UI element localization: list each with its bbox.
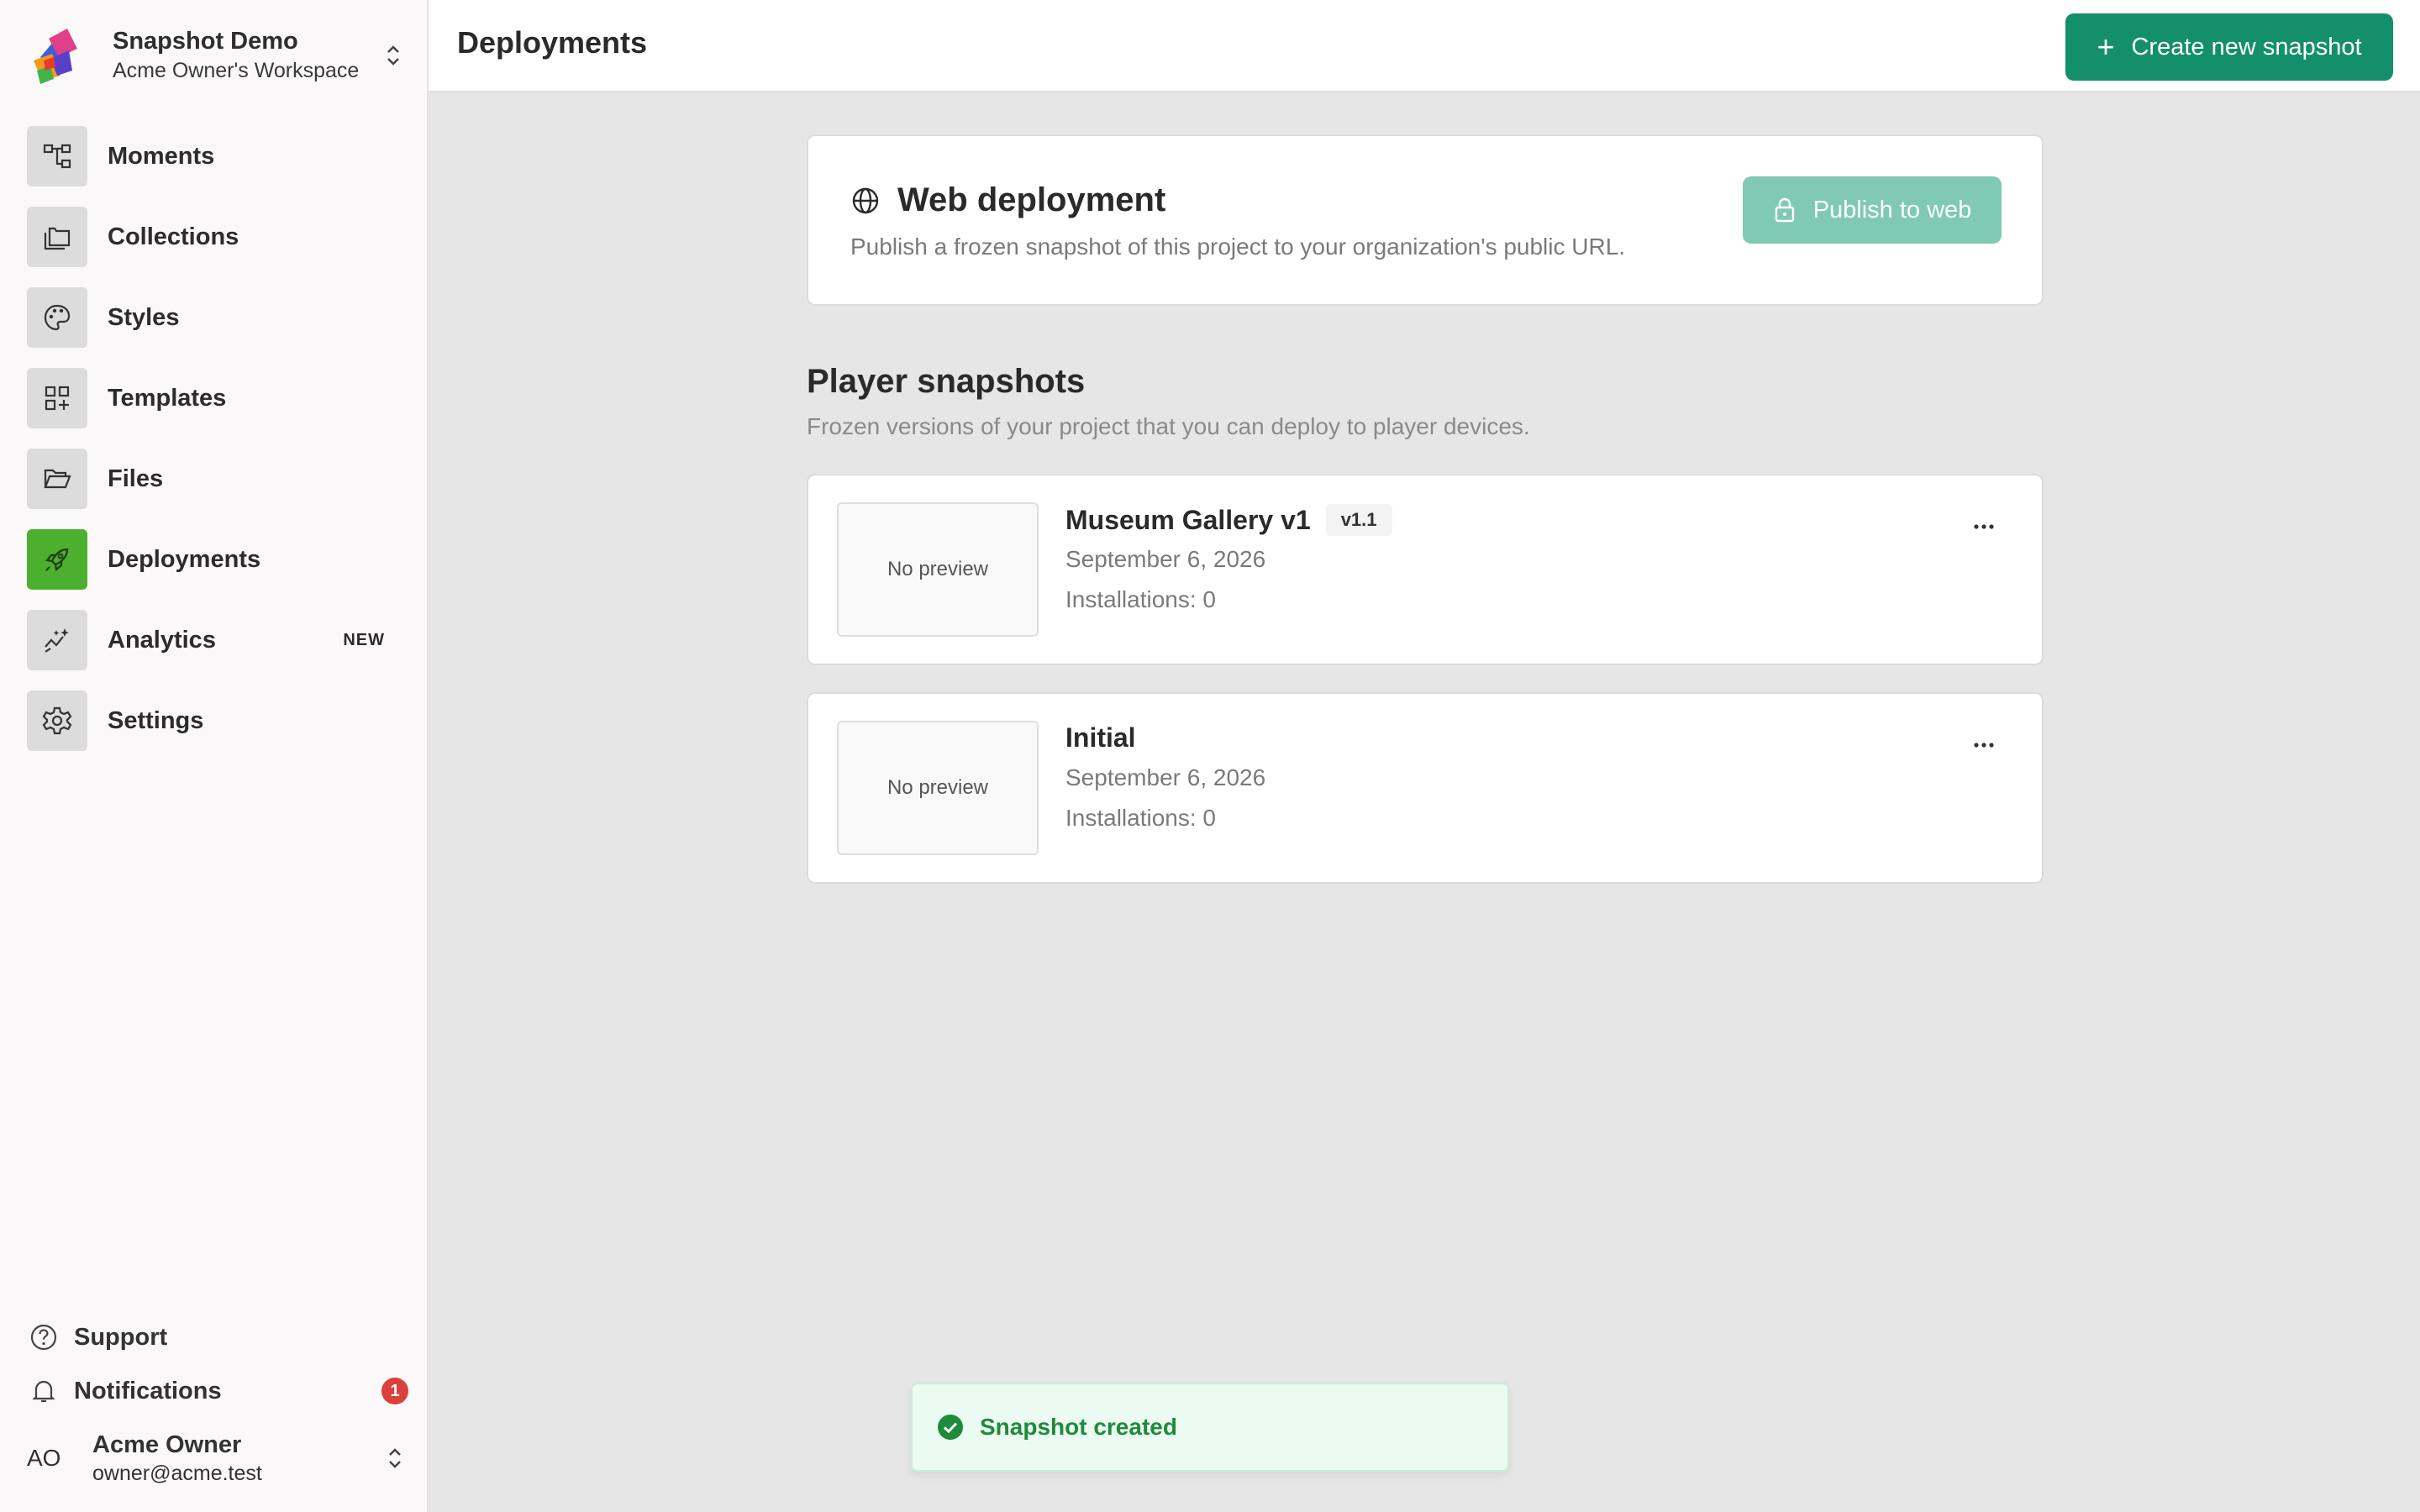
sidebar-item-label: Settings bbox=[108, 706, 204, 734]
workspace-switcher[interactable]: Snapshot Demo Acme Owner's Workspace bbox=[25, 22, 403, 89]
workspace-name: Snapshot Demo bbox=[113, 28, 298, 55]
create-snapshot-button[interactable]: + Create new snapshot bbox=[2065, 13, 2393, 81]
notification-count-badge: 1 bbox=[381, 1378, 408, 1404]
publish-to-web-button[interactable]: Publish to web bbox=[1743, 176, 2002, 244]
app-logo-icon bbox=[34, 29, 77, 84]
sidebar-item-analytics[interactable]: Analytics NEW bbox=[27, 608, 397, 672]
collections-icon bbox=[44, 227, 71, 250]
check-circle-icon bbox=[938, 1415, 963, 1440]
plus-icon: + bbox=[2096, 29, 2115, 64]
sidebar-item-label: Styles bbox=[108, 303, 180, 331]
sidebar-nav: Moments Collections Styles Templates Fil… bbox=[27, 124, 397, 769]
rocket-icon bbox=[45, 548, 69, 572]
more-horizontal-icon bbox=[1974, 524, 1994, 529]
user-name: Acme Owner bbox=[92, 1431, 242, 1458]
topbar: Deployments + Create new snapshot bbox=[429, 0, 2420, 92]
help-circle-icon bbox=[30, 1324, 57, 1351]
support-label: Support bbox=[74, 1323, 168, 1351]
snapshot-preview: No preview bbox=[837, 502, 1039, 637]
globe-icon bbox=[852, 187, 879, 213]
chevron-up-down-icon bbox=[387, 45, 399, 66]
avatar: AO bbox=[27, 1445, 61, 1471]
folder-open-icon bbox=[44, 469, 71, 489]
snapshot-installations: Installations: 0 bbox=[1065, 805, 1216, 831]
sidebar-bottom: Support Notifications 1 bbox=[27, 1310, 413, 1418]
web-deployment-card: Web deployment Publish a frozen snapshot… bbox=[807, 134, 2044, 306]
page-title: Deployments bbox=[457, 25, 648, 60]
snapshot-card[interactable]: No preview Museum Gallery v1 v1.1 Septem… bbox=[807, 474, 2044, 665]
chevron-up-down-icon bbox=[389, 1448, 401, 1468]
snapshot-more-button[interactable] bbox=[1963, 732, 2005, 758]
snapshot-date: September 6, 2026 bbox=[1065, 546, 1266, 572]
new-badge: NEW bbox=[343, 630, 385, 649]
sidebar-item-styles[interactable]: Styles bbox=[27, 286, 397, 349]
sparkline-icon bbox=[45, 628, 69, 653]
sidebar: Snapshot Demo Acme Owner's Workspace Mom… bbox=[0, 0, 429, 1512]
lock-icon bbox=[1775, 197, 1794, 223]
snapshot-name: Initial bbox=[1065, 722, 1136, 753]
support-link[interactable]: Support bbox=[27, 1310, 413, 1364]
toast-message: Snapshot created bbox=[980, 1414, 1177, 1440]
snapshot-more-button[interactable] bbox=[1963, 514, 2005, 539]
templates-icon bbox=[45, 386, 70, 411]
palette-icon bbox=[44, 304, 71, 331]
version-badge: v1.1 bbox=[1325, 504, 1392, 536]
more-horizontal-icon bbox=[1974, 743, 1994, 748]
snapshot-card[interactable]: No preview Initial September 6, 2026 Ins… bbox=[807, 692, 2044, 884]
sidebar-item-label: Templates bbox=[108, 384, 227, 412]
player-snapshots-subtitle: Frozen versions of your project that you… bbox=[807, 413, 1530, 439]
user-menu[interactable]: AO Acme Owner owner@acme.test bbox=[27, 1423, 405, 1494]
sidebar-item-templates[interactable]: Templates bbox=[27, 366, 397, 430]
sidebar-item-label: Collections bbox=[108, 223, 239, 250]
player-snapshots-title: Player snapshots bbox=[807, 363, 1086, 400]
snapshot-date: September 6, 2026 bbox=[1065, 764, 1266, 790]
toast-notification: Snapshot created bbox=[911, 1383, 1509, 1472]
notifications-link[interactable]: Notifications 1 bbox=[27, 1364, 413, 1418]
sidebar-item-label: Moments bbox=[108, 142, 215, 170]
sidebar-item-moments[interactable]: Moments bbox=[27, 124, 397, 188]
sidebar-item-collections[interactable]: Collections bbox=[27, 205, 397, 269]
snapshot-preview: No preview bbox=[837, 721, 1039, 855]
gear-icon bbox=[42, 706, 72, 735]
publish-label: Publish to web bbox=[1812, 196, 1972, 223]
hierarchy-icon bbox=[43, 144, 71, 169]
snapshot-name: Museum Gallery v1 bbox=[1065, 504, 1311, 535]
workspace-subtitle: Acme Owner's Workspace bbox=[113, 59, 360, 82]
bell-icon bbox=[32, 1380, 55, 1403]
create-snapshot-label: Create new snapshot bbox=[2131, 33, 2362, 60]
web-deployment-title: Web deployment bbox=[897, 181, 1166, 218]
sidebar-item-settings[interactable]: Settings bbox=[27, 689, 397, 753]
sidebar-item-files[interactable]: Files bbox=[27, 447, 397, 511]
sidebar-item-deployments[interactable]: Deployments bbox=[27, 528, 397, 591]
sidebar-item-label: Deployments bbox=[108, 545, 261, 573]
snapshot-installations: Installations: 0 bbox=[1065, 586, 1216, 612]
user-email: owner@acme.test bbox=[92, 1462, 262, 1485]
sidebar-item-label: Analytics bbox=[108, 626, 216, 654]
web-deployment-description: Publish a frozen snapshot of this projec… bbox=[850, 234, 1626, 260]
notifications-label: Notifications bbox=[74, 1377, 222, 1404]
sidebar-item-label: Files bbox=[108, 465, 164, 492]
